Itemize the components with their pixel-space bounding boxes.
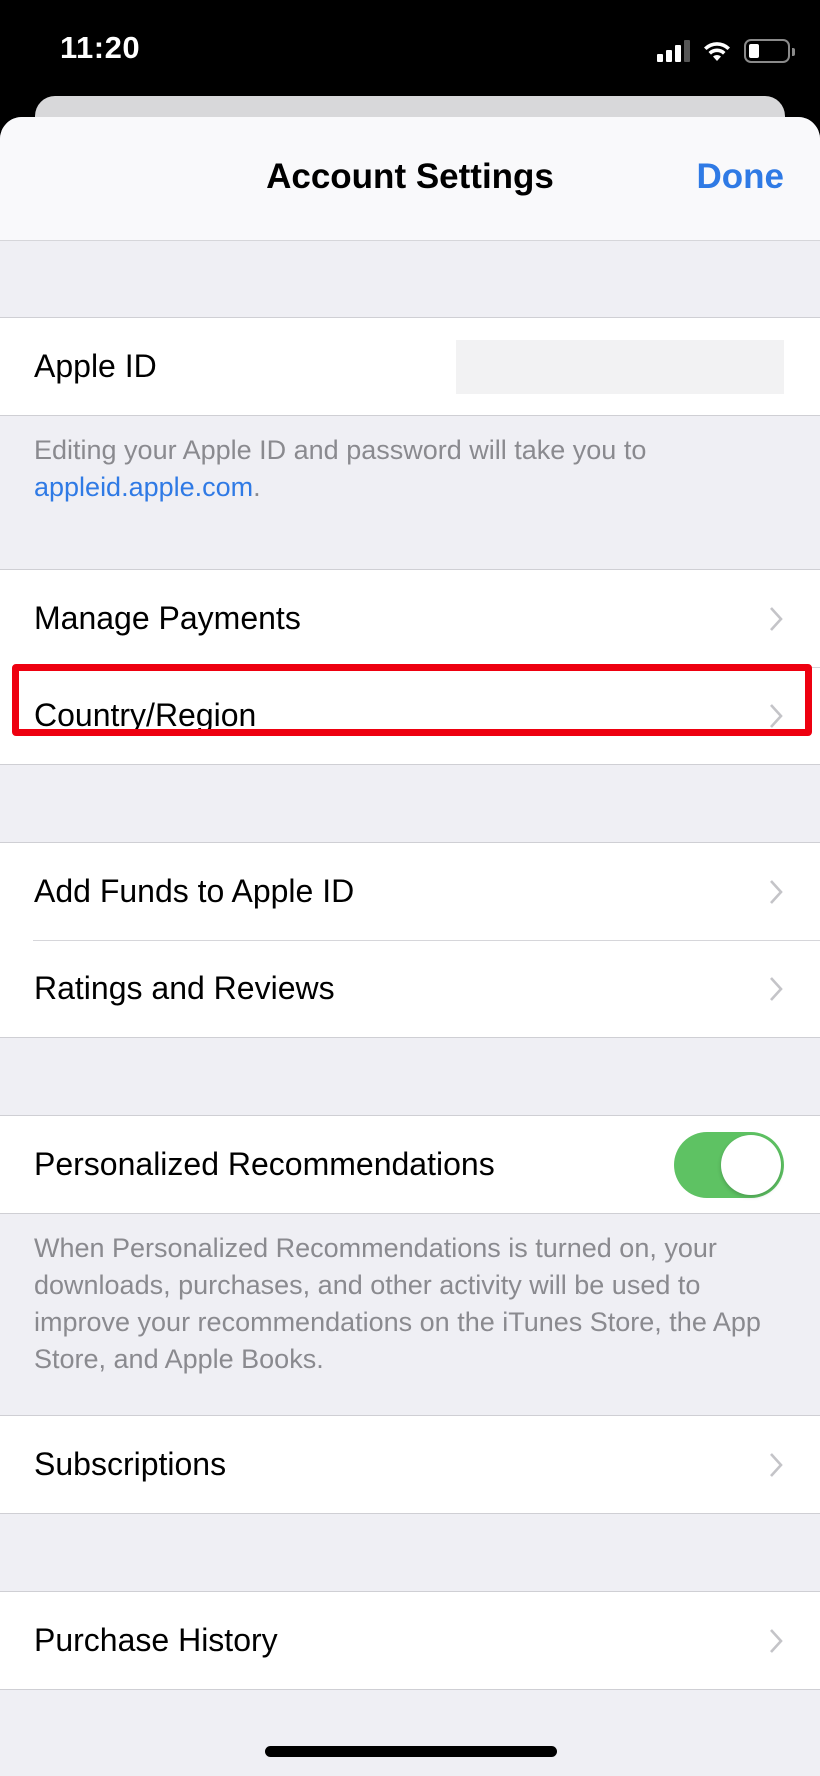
appleid-link[interactable]: appleid.apple.com (34, 472, 253, 502)
chevron-right-icon (770, 879, 783, 904)
payments-group: Manage Payments Country/Region (0, 569, 820, 765)
personalized-footer: When Personalized Recommendations is tur… (34, 1233, 761, 1374)
wifi-icon (702, 40, 732, 62)
battery-icon (744, 39, 795, 63)
personalized-group: Personalized Recommendations (0, 1115, 820, 1214)
apple-id-value-redacted (456, 339, 784, 394)
subscriptions-row[interactable]: Subscriptions (0, 1416, 820, 1513)
done-button[interactable]: Done (697, 157, 785, 197)
ratings-reviews-row[interactable]: Ratings and Reviews (0, 940, 820, 1037)
subscriptions-group: Subscriptions (0, 1415, 820, 1514)
country-region-row[interactable]: Country/Region (0, 667, 820, 764)
add-funds-row[interactable]: Add Funds to Apple ID (0, 843, 820, 940)
chevron-right-icon (770, 703, 783, 728)
apple-id-label: Apple ID (34, 348, 157, 384)
apple-id-row[interactable]: Apple ID (0, 318, 820, 415)
status-bar: 11:20 (0, 0, 820, 100)
funds-group: Add Funds to Apple ID Ratings and Review… (0, 842, 820, 1038)
chevron-right-icon (770, 1628, 783, 1653)
battery-fill (749, 44, 760, 58)
chevron-right-icon (770, 976, 783, 1001)
home-indicator[interactable] (265, 1746, 557, 1757)
personalized-recommendations-row: Personalized Recommendations (0, 1116, 820, 1213)
account-settings-sheet: Account Settings Done Apple ID Editing y… (0, 117, 820, 1776)
nav-bar: Account Settings Done (0, 117, 820, 241)
chevron-right-icon (770, 606, 783, 631)
apple-id-group: Apple ID (0, 317, 820, 416)
status-icons (657, 36, 795, 66)
apple-id-footer: Editing your Apple ID and password will … (34, 435, 647, 502)
chevron-right-icon (770, 1452, 783, 1477)
status-time: 11:20 (60, 30, 141, 65)
personalized-recommendations-toggle[interactable] (674, 1131, 784, 1198)
history-group: Purchase History (0, 1591, 820, 1690)
toggle-knob (721, 1134, 781, 1195)
signal-icon (657, 40, 690, 62)
purchase-history-row[interactable]: Purchase History (0, 1592, 820, 1689)
manage-payments-row[interactable]: Manage Payments (0, 570, 820, 667)
